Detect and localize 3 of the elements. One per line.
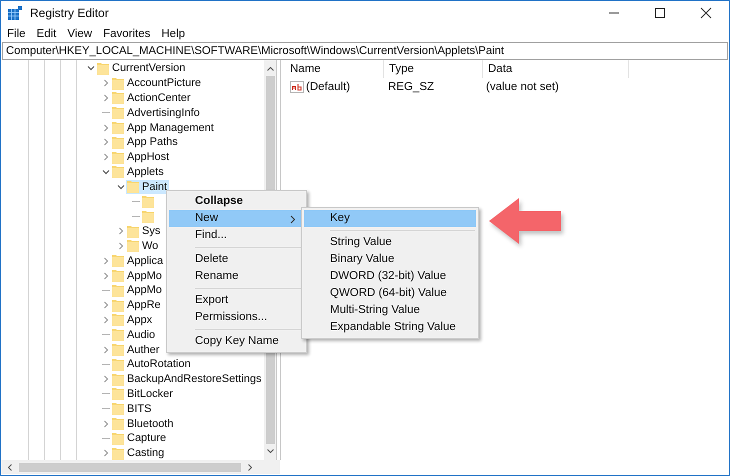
table-cell-text: REG_SZ bbox=[387, 80, 436, 92]
table-cell-text: (value not set) bbox=[485, 80, 560, 92]
window-title: Registry Editor bbox=[30, 6, 109, 20]
